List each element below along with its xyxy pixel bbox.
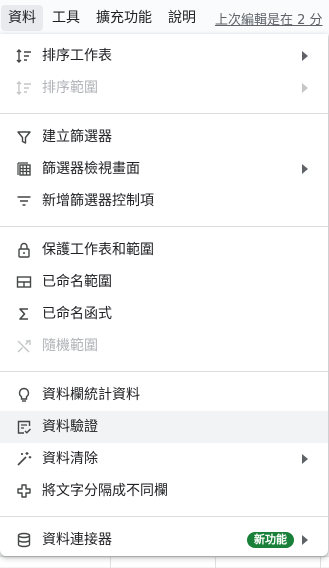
named-range-icon	[14, 272, 34, 292]
submenu-arrow-icon	[302, 164, 308, 174]
validation-icon	[14, 417, 34, 437]
menu-item-add-slicer[interactable]: 新增篩選器控制項	[0, 185, 328, 217]
submenu-arrow-icon	[302, 51, 308, 61]
menu-tools[interactable]: 工具	[45, 5, 87, 31]
split-columns-icon	[14, 481, 34, 501]
menu-help[interactable]: 說明	[161, 5, 203, 31]
submenu-arrow-icon	[302, 535, 308, 545]
new-feature-badge: 新功能	[247, 532, 294, 548]
submenu-arrow-icon	[302, 83, 308, 93]
menu-divider	[0, 226, 328, 227]
menu-data[interactable]: 資料	[1, 5, 43, 31]
randomize-range-label: 隨機範圍	[42, 338, 98, 354]
filter-views-icon	[14, 159, 34, 179]
menu-divider	[0, 371, 328, 372]
submenu-arrow-icon	[302, 454, 308, 464]
create-filter-label: 建立篩選器	[42, 129, 112, 145]
data-connectors-label: 資料連接器	[42, 532, 112, 548]
add-slicer-label: 新增篩選器控制項	[42, 193, 154, 209]
menu-item-data-validation[interactable]: 資料驗證	[0, 411, 328, 443]
protect-label: 保護工作表和範圍	[42, 242, 154, 258]
last-edit-link[interactable]: 上次編輯是在 2 分	[215, 9, 323, 28]
menu-extensions[interactable]: 擴充功能	[89, 5, 159, 31]
named-functions-label: 已命名函式	[42, 306, 112, 322]
data-menu-dropdown: 排序工作表 排序範圍 建立篩選器 篩選器檢視畫面 新增篩選器控制項 保護工作表和…	[0, 34, 328, 556]
lightbulb-icon	[14, 385, 34, 405]
magic-wand-icon	[14, 449, 34, 469]
sort-range-icon	[14, 78, 34, 98]
menu-item-randomize-range: 隨機範圍	[0, 330, 328, 362]
lock-icon	[14, 240, 34, 260]
sort-sheet-label: 排序工作表	[42, 48, 112, 64]
named-ranges-label: 已命名範圍	[42, 274, 112, 290]
filter-icon	[14, 127, 34, 147]
menu-item-named-functions[interactable]: 已命名函式	[0, 298, 328, 330]
menu-item-data-cleanup[interactable]: 資料清除	[0, 443, 328, 475]
shuffle-icon	[14, 336, 34, 356]
menu-item-filter-views[interactable]: 篩選器檢視畫面	[0, 153, 328, 185]
menu-item-data-connectors[interactable]: 資料連接器 新功能	[0, 524, 328, 556]
slicer-icon	[14, 191, 34, 211]
menu-bar: 資料 工具 擴充功能 說明 上次編輯是在 2 分	[0, 0, 329, 36]
menu-item-named-ranges[interactable]: 已命名範圍	[0, 266, 328, 298]
sort-range-label: 排序範圍	[42, 80, 98, 96]
data-validation-label: 資料驗證	[42, 419, 98, 435]
menu-divider	[0, 113, 328, 114]
filter-views-label: 篩選器檢視畫面	[42, 161, 140, 177]
menu-item-sort-range: 排序範圍	[0, 72, 328, 104]
sort-icon	[14, 46, 34, 66]
column-stats-label: 資料欄統計資料	[42, 387, 140, 403]
menu-divider	[0, 516, 328, 517]
menu-item-sort-sheet[interactable]: 排序工作表	[0, 40, 328, 72]
database-icon	[14, 530, 34, 550]
menu-item-create-filter[interactable]: 建立篩選器	[0, 121, 328, 153]
sigma-icon	[14, 304, 34, 324]
split-text-label: 將文字分隔成不同欄	[42, 483, 168, 499]
menu-item-split-text[interactable]: 將文字分隔成不同欄	[0, 475, 328, 507]
data-cleanup-label: 資料清除	[42, 451, 98, 467]
sheet-grid	[0, 556, 329, 568]
menu-item-protect[interactable]: 保護工作表和範圍	[0, 234, 328, 266]
menu-item-column-stats[interactable]: 資料欄統計資料	[0, 379, 328, 411]
